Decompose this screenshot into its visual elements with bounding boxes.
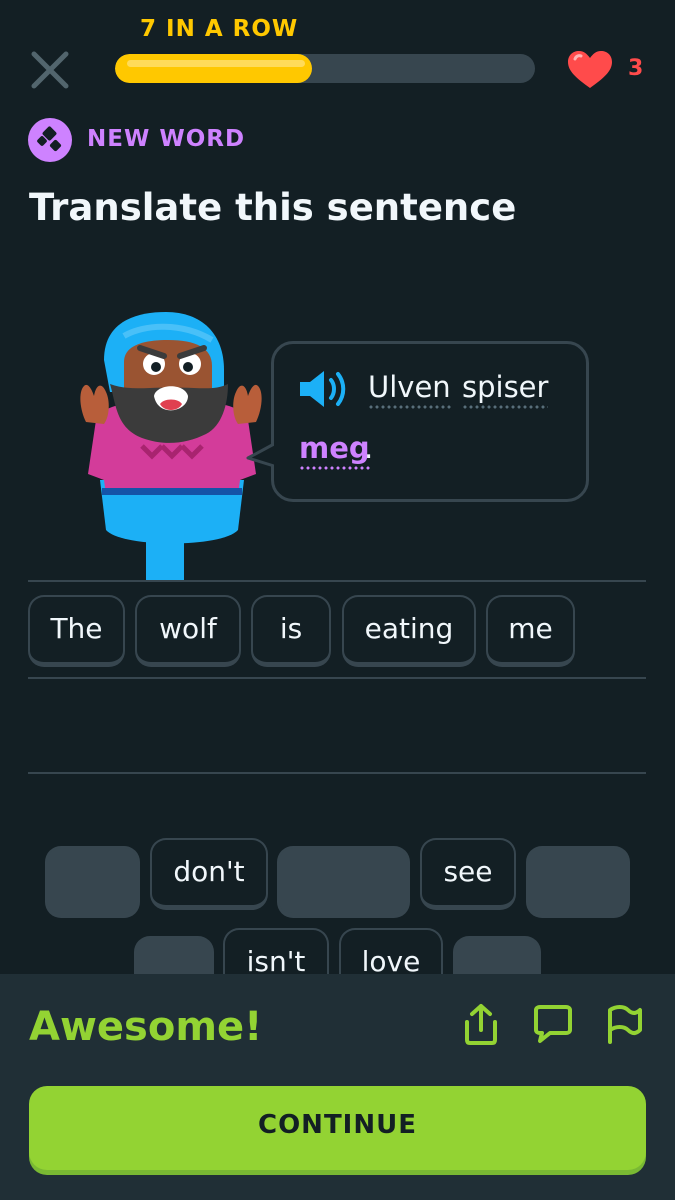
comment-icon[interactable] [530, 1002, 574, 1046]
bubble-word[interactable]: spiser [462, 370, 549, 410]
speech-bubble [271, 341, 589, 502]
word-bank-slot-empty [277, 846, 410, 918]
close-icon[interactable] [28, 48, 72, 92]
new-word-icon [28, 118, 72, 162]
answer-chip[interactable]: The [28, 595, 125, 667]
speaker-icon[interactable] [298, 368, 348, 410]
new-word-label: NEW WORD [87, 126, 246, 152]
lesson-progress-bar [115, 54, 535, 83]
answer-chip[interactable]: is [251, 595, 331, 667]
heart-icon [568, 51, 612, 88]
result-message: Awesome! [29, 1004, 263, 1050]
progress-fill [115, 54, 313, 83]
share-icon[interactable] [459, 1002, 503, 1046]
answer-line-top [28, 580, 646, 582]
page-title: Translate this sentence [29, 186, 517, 229]
streak-label: 7 IN A ROW [140, 16, 299, 42]
hearts-count: 3 [628, 56, 644, 81]
word-bank-slot-empty [45, 846, 140, 918]
word-bank-slot-empty [526, 846, 630, 918]
continue-button[interactable]: CONTINUE [29, 1086, 646, 1170]
flag-icon[interactable] [602, 1002, 646, 1046]
answer-chip[interactable]: wolf [135, 595, 241, 667]
bubble-word[interactable]: Ulven [368, 370, 451, 410]
answer-line-bottom [28, 772, 646, 774]
answer-chip[interactable]: eating [342, 595, 476, 667]
bubble-word-highlight[interactable]: meg [299, 431, 370, 471]
speech-bubble-tail [246, 428, 280, 474]
word-bank-chip[interactable]: see [420, 838, 516, 910]
word-bank-chip[interactable]: don't [150, 838, 268, 910]
progress-shine [127, 60, 305, 67]
character-illustration [80, 312, 262, 582]
answer-chip[interactable]: me [486, 595, 575, 667]
answer-line-middle [28, 677, 646, 679]
bubble-punctuation: . [364, 431, 374, 465]
